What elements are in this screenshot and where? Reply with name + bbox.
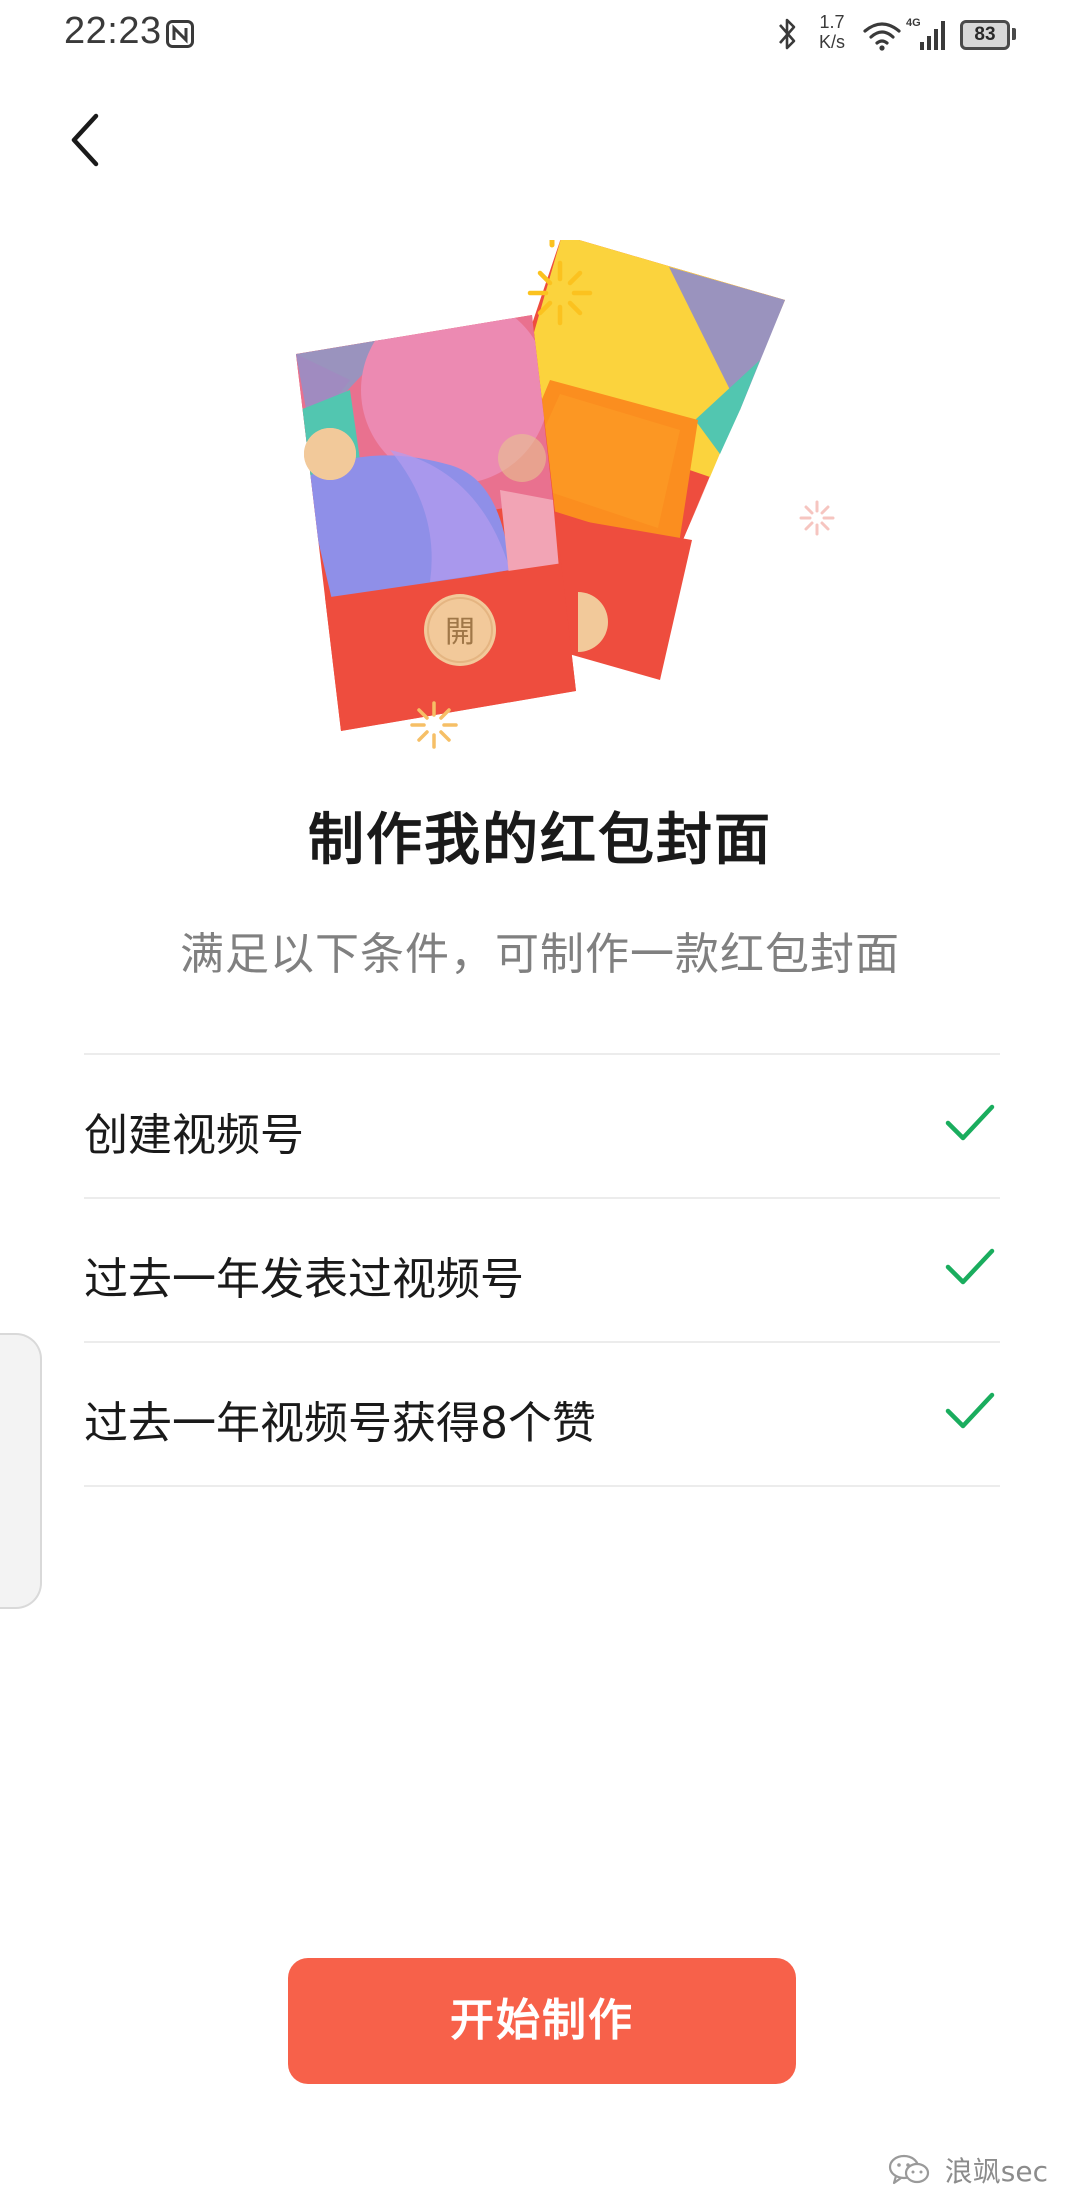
nfc-icon [166, 20, 194, 48]
chevron-left-icon [71, 113, 99, 167]
check-icon [945, 1104, 995, 1141]
check-icon [945, 1392, 995, 1429]
wechat-icon [888, 2154, 929, 2185]
battery-level: 83 [974, 24, 996, 45]
start-making-button[interactable]: 开始制作 [288, 1958, 796, 2084]
condition-label: 过去一年发表过视频号 [84, 1254, 524, 1305]
status-bar: 22:23 1.7 K/s 4G 83 [0, 0, 1080, 68]
network-speed-unit: K/s [818, 32, 845, 52]
sparkle-small-right-icon [799, 500, 835, 536]
watermark-text: 浪飒sec [944, 2155, 1048, 2188]
status-time: 22:23 [64, 10, 162, 52]
battery-tip [1012, 28, 1016, 40]
sparkle-left-icon [410, 701, 458, 749]
condition-label: 过去一年视频号获得8个赞 [84, 1398, 596, 1449]
condition-row: 创建视频号 [84, 1053, 1000, 1197]
back-button[interactable] [62, 110, 112, 170]
coin-label: 開 [445, 615, 475, 650]
signal-icon: 4G [906, 17, 945, 50]
network-speed-value: 1.7 [819, 12, 845, 32]
watermark: 浪飒sec [888, 2150, 1048, 2190]
network-speed: 1.7 K/s [812, 12, 852, 52]
page-title: 制作我的红包封面 [308, 808, 772, 873]
bluetooth-icon [779, 18, 796, 50]
red-packet-illustration: 開 [296, 240, 835, 749]
condition-row: 过去一年发表过视频号 [84, 1197, 1000, 1341]
wifi-icon [863, 22, 901, 51]
side-edge-handle[interactable] [0, 1333, 42, 1609]
condition-list: 创建视频号 过去一年发表过视频号 过去一年视频号获得8个赞 [84, 1053, 1000, 1487]
battery-indicator: 83 [960, 20, 1010, 50]
condition-label: 创建视频号 [84, 1110, 304, 1161]
page-subtitle: 满足以下条件，可制作一款红包封面 [180, 929, 900, 980]
condition-row: 过去一年视频号获得8个赞 [84, 1341, 1000, 1487]
network-type: 4G [906, 17, 921, 29]
check-icon [945, 1248, 995, 1285]
